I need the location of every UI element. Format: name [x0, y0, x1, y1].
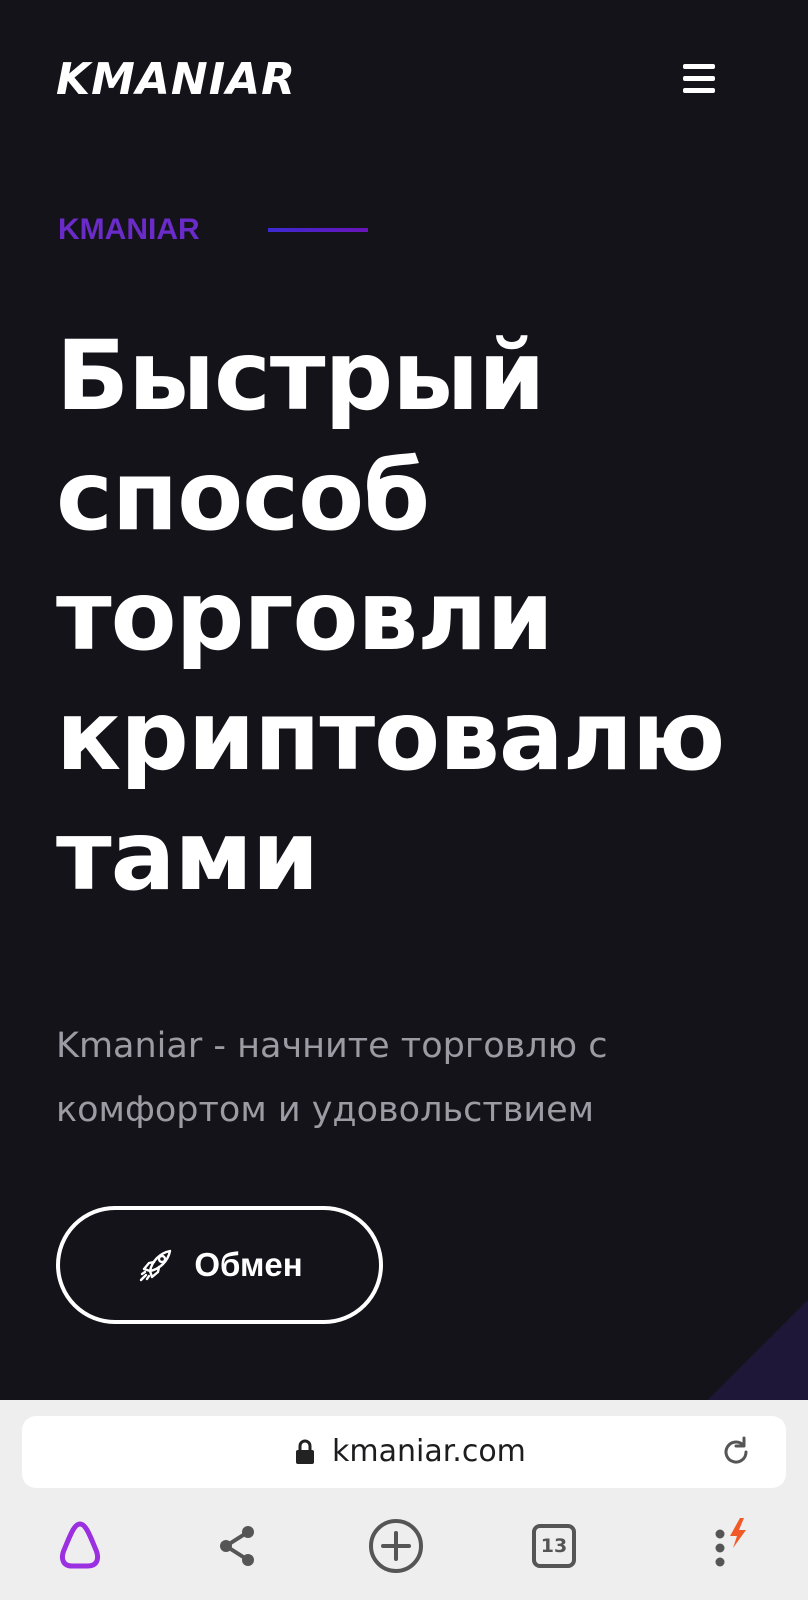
- lock-icon: [294, 1438, 316, 1466]
- hero-subtitle-line: комфортом и удовольствием: [56, 1090, 595, 1130]
- tabs-count: 13: [540, 1535, 568, 1557]
- more-menu-icon[interactable]: [700, 1516, 760, 1576]
- reload-icon[interactable]: [718, 1434, 754, 1470]
- exchange-button-label: Обмен: [194, 1246, 303, 1283]
- exchange-button[interactable]: Обмен: [56, 1206, 383, 1324]
- address-bar[interactable]: kmaniar.com: [22, 1416, 786, 1488]
- site-logo[interactable]: KMANIAR: [56, 54, 296, 106]
- eyebrow-divider-line: [268, 228, 368, 232]
- page: KMANIAR KMANIAR Быстрый способ торговли …: [0, 0, 808, 1600]
- alice-assistant-icon[interactable]: [50, 1516, 110, 1576]
- hero-title-line: торговли: [56, 560, 554, 672]
- hero-subtitle-line: Kmaniar - начните торговлю с: [56, 1026, 608, 1066]
- url-text: kmaniar.com: [332, 1434, 526, 1469]
- hero-title-line: тами: [56, 800, 319, 912]
- decorative-corner-shape: [698, 1300, 808, 1410]
- hero-title-line: криптовалю: [56, 680, 725, 792]
- share-icon[interactable]: [208, 1516, 268, 1576]
- new-tab-icon[interactable]: [366, 1516, 426, 1576]
- browser-nav-row: 13: [0, 1510, 808, 1590]
- hero-title: Быстрый способ торговли криптовалю тами: [56, 316, 796, 916]
- browser-bottom-bar: kmaniar.com 13: [0, 1400, 808, 1600]
- rocket-icon: [136, 1245, 176, 1285]
- hero-title-line: способ: [56, 440, 430, 552]
- hero-title-line: Быстрый: [56, 320, 545, 432]
- hero-subtitle: Kmaniar - начните торговлю с комфортом и…: [56, 1014, 776, 1142]
- tabs-icon[interactable]: 13: [524, 1516, 584, 1576]
- hero-eyebrow: KMANIAR: [58, 213, 200, 246]
- hamburger-menu-icon[interactable]: [680, 64, 718, 100]
